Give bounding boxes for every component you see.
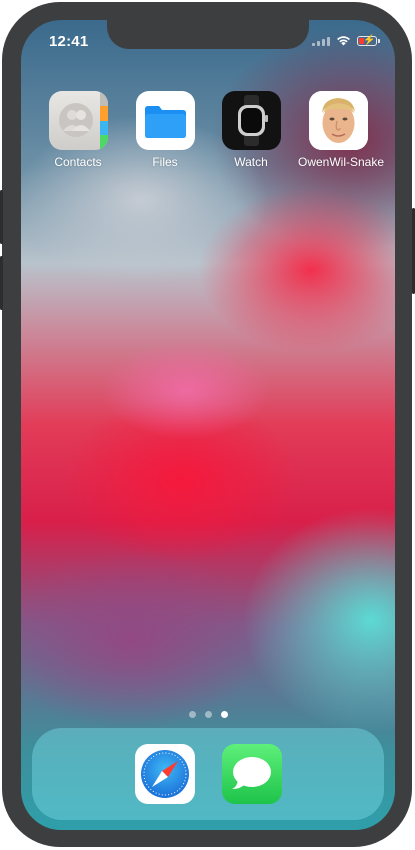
home-screen: 12:41 ⚡ Contacts Files Watch OwenWil-Sna… [21,20,395,830]
app-label: OwenWil-Snake [298,155,385,169]
volume-up-button [0,190,3,244]
owen-face-icon [308,91,368,150]
notch [107,20,309,49]
dock [32,728,384,820]
page-dot-active[interactable] [220,711,228,718]
dock-app-safari[interactable] [135,744,195,804]
battery-icon: ⚡ [357,34,380,46]
app-owenwil-snake[interactable]: OwenWil-Snake [298,91,385,169]
dock-app-messages[interactable] [222,744,282,804]
safari-compass-icon [141,750,189,798]
app-label: Watch [234,155,268,169]
app-label: Contacts [54,155,102,169]
wifi-icon [337,36,350,46]
status-indicators: ⚡ [312,34,380,46]
files-folder-icon [135,91,195,150]
app-label: Files [152,155,178,169]
page-dot[interactable] [204,711,212,718]
cellular-signal-icon [312,36,330,46]
page-indicator[interactable] [21,711,395,718]
messages-bubble-icon [232,757,271,789]
status-time: 12:41 [49,33,89,50]
app-files[interactable]: Files [125,91,205,169]
app-contacts[interactable]: Contacts [38,91,118,169]
app-watch[interactable]: Watch [211,91,291,169]
volume-down-button [0,256,3,310]
charging-bolt-icon: ⚡ [363,34,376,46]
apple-watch-icon [221,91,281,150]
contacts-icon [48,91,108,150]
page-dot[interactable] [188,711,196,718]
